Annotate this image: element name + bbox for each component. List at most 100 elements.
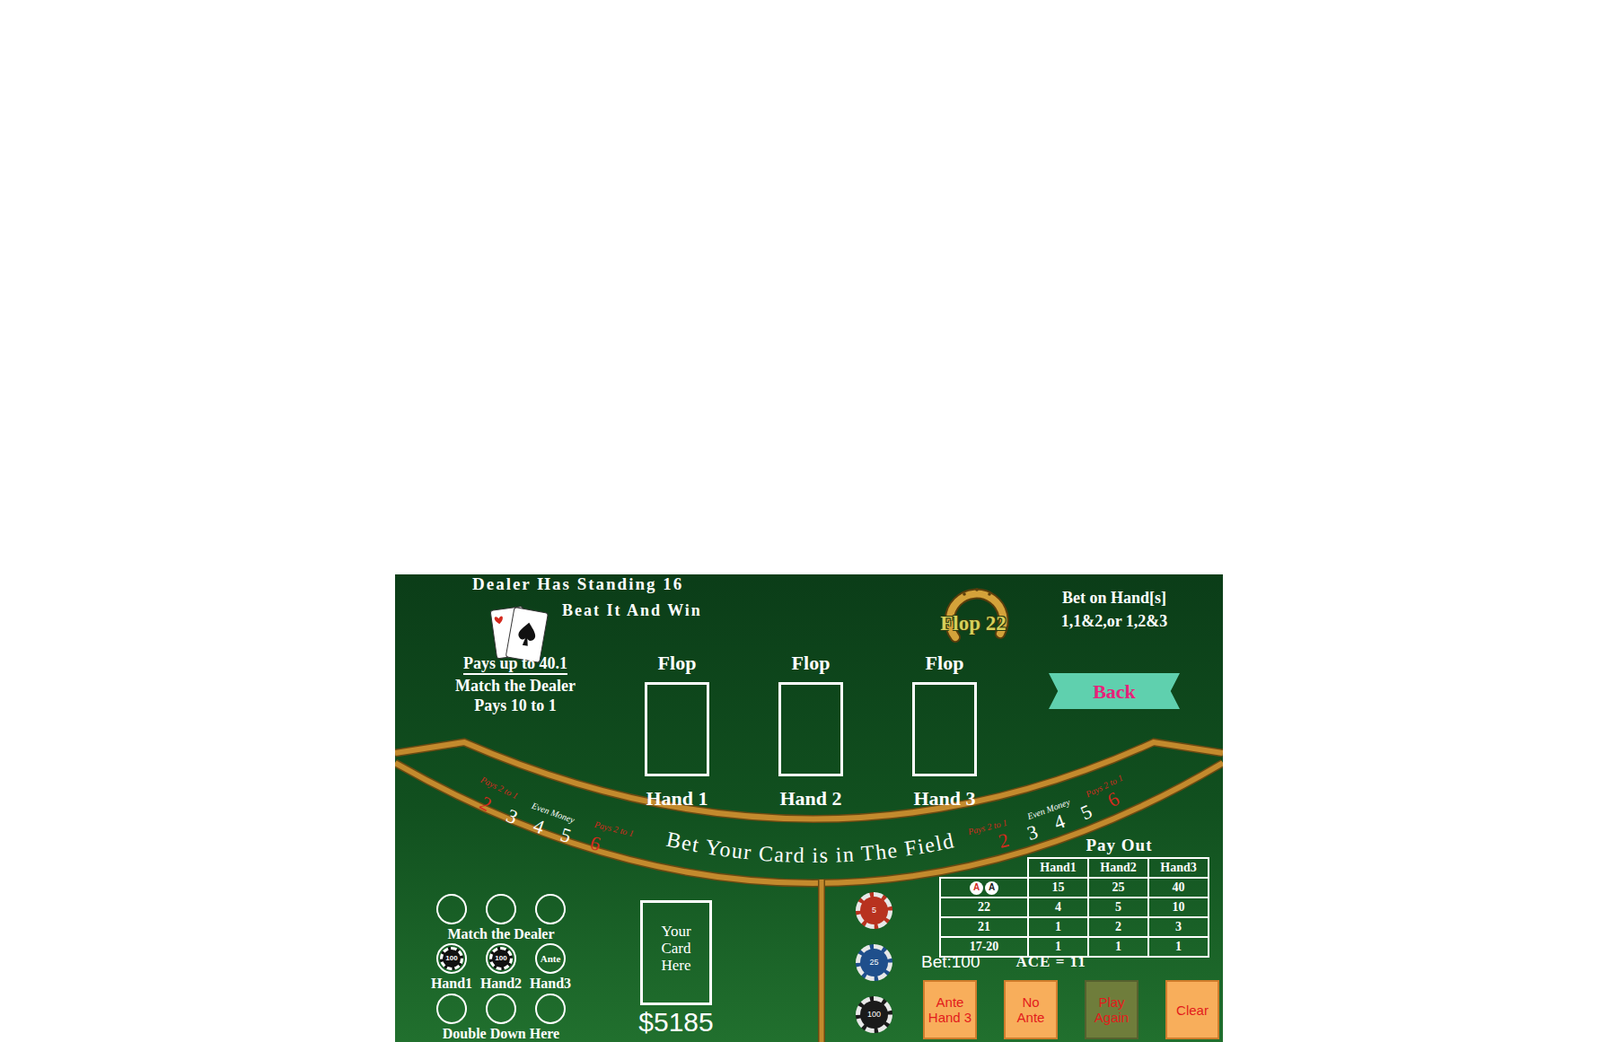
hand-spot[interactable]: Ante [535,943,566,975]
match-spot[interactable] [535,894,566,925]
ace-card: A [969,881,984,896]
dealer-line: Dealer Has Standing 16 [472,574,684,595]
tagline: Beat It And Win [562,600,703,621]
promo: Pays up to 40.1Match the DealerPays 10 t… [434,653,597,716]
field-payout-label: Even Money [1026,797,1073,823]
field-number[interactable]: 3 [502,805,521,829]
field-number[interactable]: 4 [530,815,548,839]
hand-spot[interactable]: 100 [436,943,467,975]
flop-label: Flop [658,651,697,676]
payout-title: Pay Out [1028,835,1210,858]
game-table: Bet Your Card is in The Field2345623456P… [395,574,1223,1042]
payout-row-label: 21 [939,916,1029,939]
payout-spacer [939,835,1029,858]
payout-row-label: 22 [939,896,1029,919]
field-title: Bet Your Card is in The Field [664,827,958,868]
double-spot[interactable] [436,993,467,1025]
promo-pays: Pays up to 40.1 [463,653,568,676]
your-card-area: YourCardHere$5185 [622,900,730,1038]
hand-label: Hand 3 [913,787,976,811]
balance: $5185 [638,1007,713,1038]
payout-corner [939,857,1029,880]
flop-label: Flop [925,651,965,676]
double-spots [429,993,573,1026]
hands: Flop Hand 1 Flop Hand 2 Flop Hand 3 [632,651,990,811]
hand-spot[interactable]: 100 [485,943,517,975]
payout-column-header: Hand3 [1147,857,1210,880]
field-number[interactable]: 2 [996,829,1011,853]
spot-cell: Ante [527,942,573,976]
action-button[interactable]: No Ante [1003,980,1058,1040]
payout-cell: 10 [1147,896,1210,919]
spot-cell [429,993,475,1026]
double-spot[interactable] [485,993,517,1025]
your-card-text: Your [660,923,691,941]
chip[interactable]: 25 [855,944,893,982]
flop-card-slot[interactable] [644,682,710,777]
your-card-text: Here [660,957,691,975]
back-button[interactable]: Back [1048,673,1180,710]
payout-cell: 2 [1087,916,1150,939]
logo: Flop 22 [928,580,1019,652]
hand: Flop Hand 3 [899,651,990,811]
bet-amount: Bet:100 [921,951,981,974]
payout-cell: 4 [1027,896,1090,919]
payout-cell: 1 [1147,936,1210,959]
field-number[interactable]: 5 [557,824,574,848]
button-row: Ante Hand 3 No Ante Play Again Clear [923,980,1220,1040]
chip[interactable]: 100 [855,996,893,1034]
hand-label: Hand 2 [779,787,842,811]
your-card-slot[interactable]: YourCardHere [640,900,713,1006]
payout-column-header: Hand1 [1027,857,1090,880]
double-label: Double Down Here [429,1025,573,1042]
bet-hint-line: 1,1&2,or 1,2&3 [1061,609,1169,633]
payout-column-header: Hand2 [1087,857,1150,880]
payout-cell: 3 [1147,916,1210,939]
payout-cell: 25 [1087,877,1150,899]
field-number[interactable]: 5 [1077,800,1096,825]
page: Bet Your Card is in The Field2345623456P… [0,0,1600,1042]
chip[interactable]: 5 [855,892,893,930]
field-number[interactable]: 2 [476,792,496,817]
hand-spot-label: Hand1 [429,975,475,993]
field-number[interactable]: 6 [588,832,603,856]
action-button[interactable]: Play Again [1084,980,1139,1040]
action-button[interactable]: Ante Hand 3 [923,980,977,1040]
flop-label: Flop [791,651,831,676]
hand: Flop Hand 1 [632,651,722,811]
flop-card-slot[interactable] [912,682,977,777]
bet-hint: Bet on Hand[s]1,1&2,or 1,2&3 [1037,586,1191,633]
promo-match-pays: Pays 10 to 1 [474,695,557,716]
field-number[interactable]: 3 [1024,821,1041,845]
chip-rack: 5 25 100 [855,892,893,1034]
payout-cell: 40 [1147,877,1210,899]
spot-cell [429,893,475,926]
match-spot[interactable] [485,894,517,925]
action-button[interactable]: Clear [1165,980,1220,1040]
match-spot[interactable] [436,894,467,925]
spot-cell [478,993,524,1026]
field-number[interactable]: 4 [1051,810,1069,835]
side-bets: Match the Dealer100100AnteHand1Hand2Hand… [429,893,573,1042]
logo-text: Flop 22 [928,612,1019,636]
spot-cell: 100 [429,942,475,976]
payout-cell: 15 [1027,877,1090,899]
your-card-text: Card [660,940,691,958]
match-label: Match the Dealer [429,925,573,943]
spot-cell: 100 [478,942,524,976]
spot-cell [527,893,573,926]
payout: Pay OutHand1Hand2Hand3 AA 152540 224510 21 12… [939,835,1211,959]
hand-spot-label: Hand2 [478,975,524,993]
spot-cell [478,893,524,926]
ace-card: A [984,881,999,896]
match-spots [429,893,573,926]
hand-label: Hand 1 [645,787,708,811]
ace-note: ACE = 11 [1016,952,1087,973]
flop-card-slot[interactable] [778,682,844,777]
payout-cell: 5 [1087,896,1150,919]
bet-row: Bet:100 ACE = 11 [921,951,1087,974]
spot-cell [527,993,573,1026]
field-number[interactable]: 6 [1104,788,1124,812]
chip: 100 [489,947,513,971]
double-spot[interactable] [535,993,566,1025]
